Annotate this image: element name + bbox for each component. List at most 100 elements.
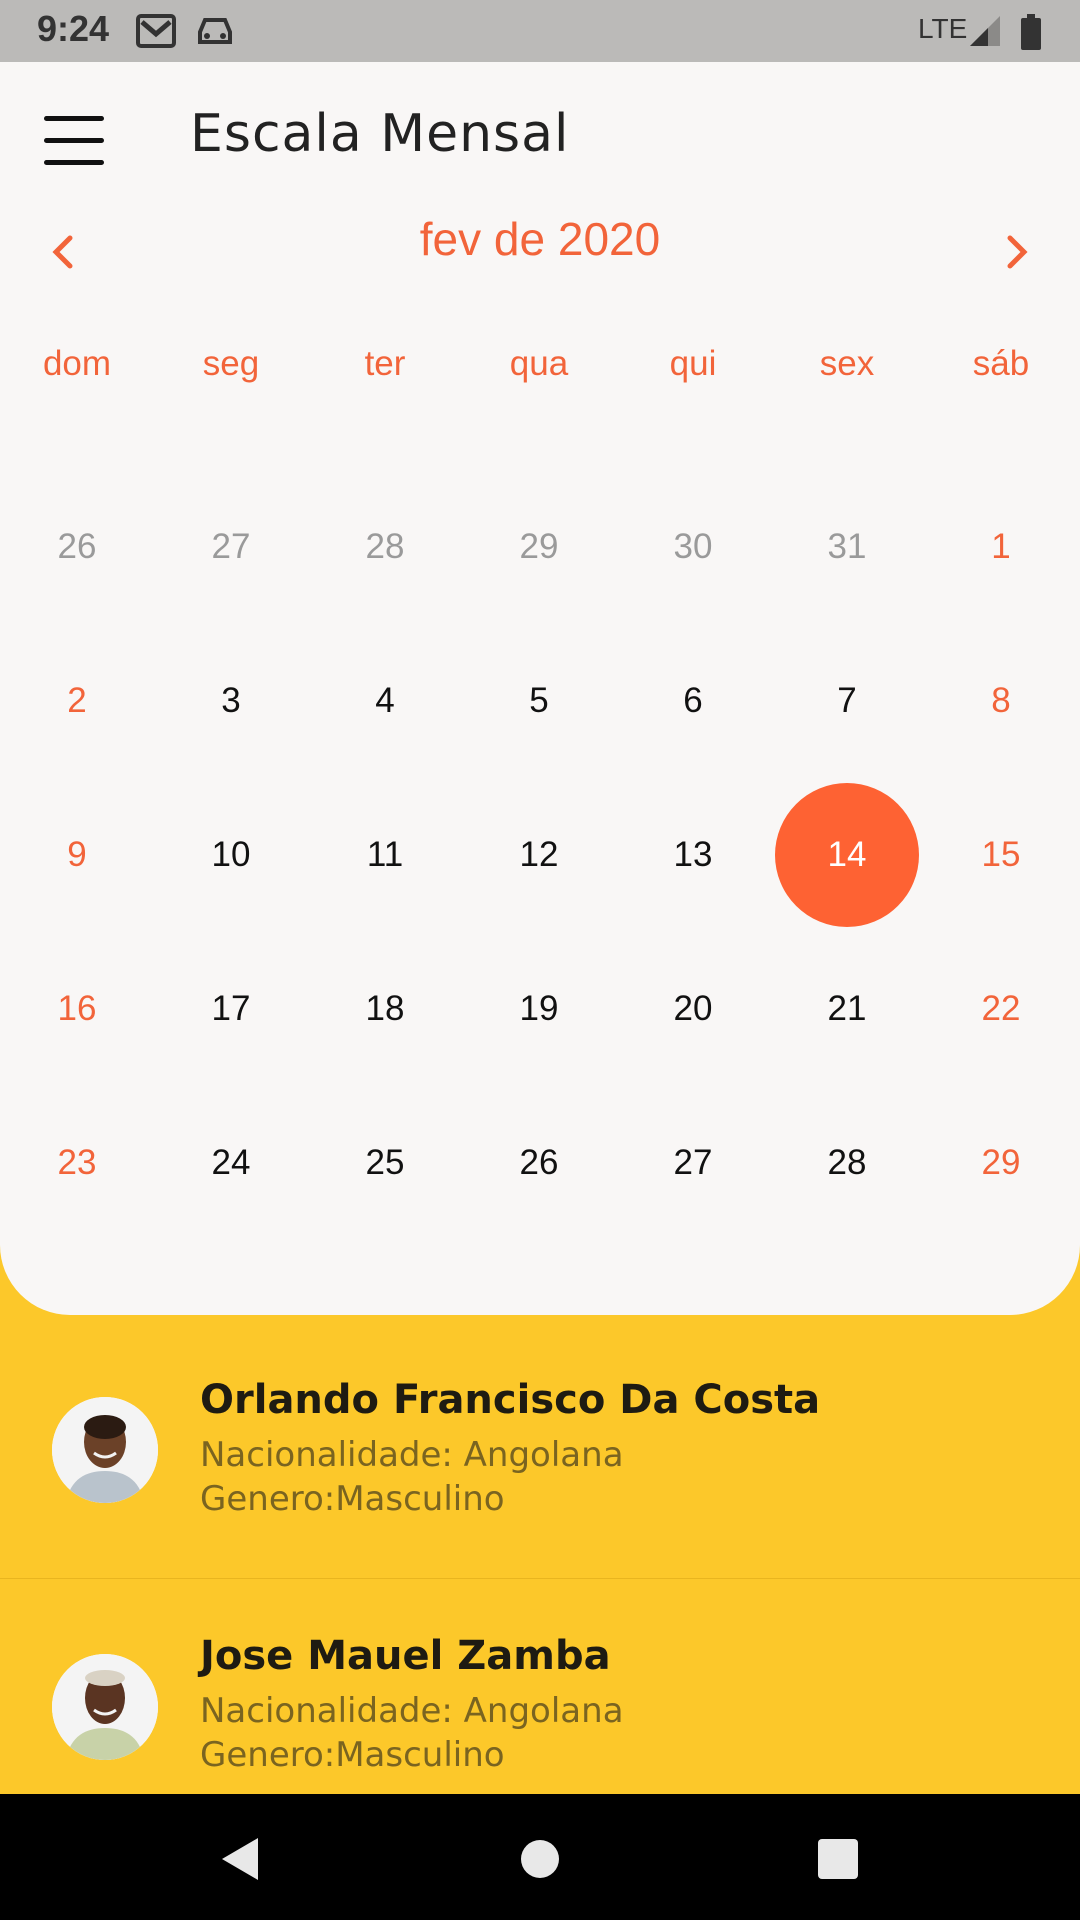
day-label: 1 — [991, 527, 1011, 566]
calendar-day[interactable]: 31 — [770, 470, 924, 624]
calendar-day[interactable]: 3 — [154, 624, 308, 778]
day-label: 12 — [519, 835, 559, 874]
calendar-day[interactable]: 26 — [0, 470, 154, 624]
day-label: 31 — [827, 527, 867, 566]
calendar-day[interactable]: 25 — [308, 1086, 462, 1240]
person-gender: Genero:Masculino — [200, 1479, 505, 1519]
calendar-day[interactable]: 2 — [0, 624, 154, 778]
day-label: 3 — [221, 681, 241, 720]
calendar-day[interactable]: 29 — [462, 470, 616, 624]
person-nationality: Nacionalidade: Angolana — [200, 1691, 624, 1731]
weekday-label: sáb — [972, 344, 1030, 383]
calendar-day[interactable]: 9 — [0, 778, 154, 932]
list-item[interactable]: Orlando Francisco Da Costa Nacionalidade… — [0, 1315, 1080, 1572]
calendar-day[interactable]: 4 — [308, 624, 462, 778]
back-button[interactable] — [206, 1824, 276, 1894]
day-label: 13 — [673, 835, 713, 874]
calendar-sheet: Escala Mensal fev de 2020 dom seg ter qu… — [0, 62, 1080, 1315]
menu-button[interactable] — [40, 112, 108, 172]
day-label: 19 — [519, 989, 559, 1028]
calendar-day[interactable]: 5 — [462, 624, 616, 778]
avatar — [52, 1397, 158, 1503]
month-navigation: fev de 2020 — [0, 212, 1080, 292]
calendar-day[interactable]: 18 — [308, 932, 462, 1086]
day-label: 11 — [366, 835, 404, 874]
day-label: 10 — [211, 835, 251, 874]
back-icon — [222, 1838, 258, 1880]
recents-button[interactable] — [803, 1824, 873, 1894]
next-month-button[interactable] — [986, 222, 1046, 282]
calendar-day[interactable]: 20 — [616, 932, 770, 1086]
calendar-day[interactable]: 13 — [616, 778, 770, 932]
day-label: 30 — [673, 527, 713, 566]
day-label: 14 — [775, 783, 919, 927]
calendar-day[interactable]: 27 — [154, 470, 308, 624]
calendar-day[interactable]: 28 — [770, 1086, 924, 1240]
weekday-label: qua — [509, 344, 569, 383]
calendar-day[interactable]: 27 — [616, 1086, 770, 1240]
day-label: 23 — [57, 1143, 97, 1182]
weekday-label: ter — [364, 344, 406, 383]
weekday-label: dom — [42, 344, 112, 383]
calendar-day[interactable]: 8 — [924, 624, 1078, 778]
hamburger-menu-icon-line — [44, 138, 104, 143]
calendar-day[interactable]: 11 — [308, 778, 462, 932]
calendar-day[interactable]: 29 — [924, 1086, 1078, 1240]
status-bar: 9:24 LTE — [0, 0, 1080, 62]
calendar-day[interactable]: 22 — [924, 932, 1078, 1086]
day-label: 26 — [519, 1143, 559, 1182]
day-label: 6 — [683, 681, 703, 720]
calendar-day[interactable]: 10 — [154, 778, 308, 932]
calendar-day[interactable]: 6 — [616, 624, 770, 778]
month-label: fev de 2020 — [419, 213, 661, 265]
gmail-icon — [136, 14, 176, 52]
weekday-label: sex — [819, 344, 875, 383]
weekday-label: qui — [669, 344, 717, 383]
day-label: 2 — [67, 681, 87, 720]
day-label: 9 — [67, 835, 87, 874]
calendar-day-selected[interactable]: 14 — [770, 778, 924, 932]
calendar-day[interactable]: 21 — [770, 932, 924, 1086]
calendar-day[interactable]: 15 — [924, 778, 1078, 932]
person-nationality: Nacionalidade: Angolana — [200, 1435, 624, 1475]
network-type: LTE — [918, 13, 968, 44]
day-label: 29 — [981, 1143, 1021, 1182]
day-label: 18 — [365, 989, 405, 1028]
chevron-right-icon — [1007, 235, 1028, 269]
recents-icon — [818, 1839, 858, 1879]
calendar-day[interactable]: 1 — [924, 470, 1078, 624]
day-label: 29 — [519, 527, 559, 566]
calendar-day[interactable]: 24 — [154, 1086, 308, 1240]
home-icon — [521, 1840, 559, 1878]
calendar-day[interactable]: 19 — [462, 932, 616, 1086]
day-label: 28 — [365, 527, 405, 566]
day-label: 22 — [981, 989, 1021, 1028]
weekday-label: seg — [202, 344, 260, 383]
hamburger-menu-icon — [44, 116, 104, 121]
day-label: 4 — [375, 681, 395, 720]
calendar-day[interactable]: 12 — [462, 778, 616, 932]
calendar-day[interactable]: 7 — [770, 624, 924, 778]
day-label: 24 — [211, 1143, 251, 1182]
day-label: 8 — [991, 681, 1011, 720]
person-name: Orlando Francisco Da Costa — [200, 1377, 821, 1423]
day-label: 27 — [211, 527, 251, 566]
system-nav-bar — [0, 1794, 1080, 1920]
calendar-day[interactable]: 17 — [154, 932, 308, 1086]
person-name: Jose Mauel Zamba — [200, 1633, 611, 1679]
battery-icon — [1020, 14, 1042, 54]
calendar-day[interactable]: 23 — [0, 1086, 154, 1240]
day-label: 21 — [827, 989, 867, 1028]
page-title: Escala Mensal — [190, 104, 570, 164]
day-label: 15 — [981, 835, 1021, 874]
calendar-day[interactable]: 30 — [616, 470, 770, 624]
calendar-day[interactable]: 26 — [462, 1086, 616, 1240]
car-icon — [196, 14, 234, 52]
calendar-day[interactable]: 16 — [0, 932, 154, 1086]
calendar-day[interactable]: 28 — [308, 470, 462, 624]
day-label: 16 — [57, 989, 97, 1028]
day-label: 5 — [529, 681, 549, 720]
signal-icon — [968, 14, 1002, 52]
hamburger-menu-icon-line — [44, 160, 104, 165]
home-button[interactable] — [505, 1824, 575, 1894]
